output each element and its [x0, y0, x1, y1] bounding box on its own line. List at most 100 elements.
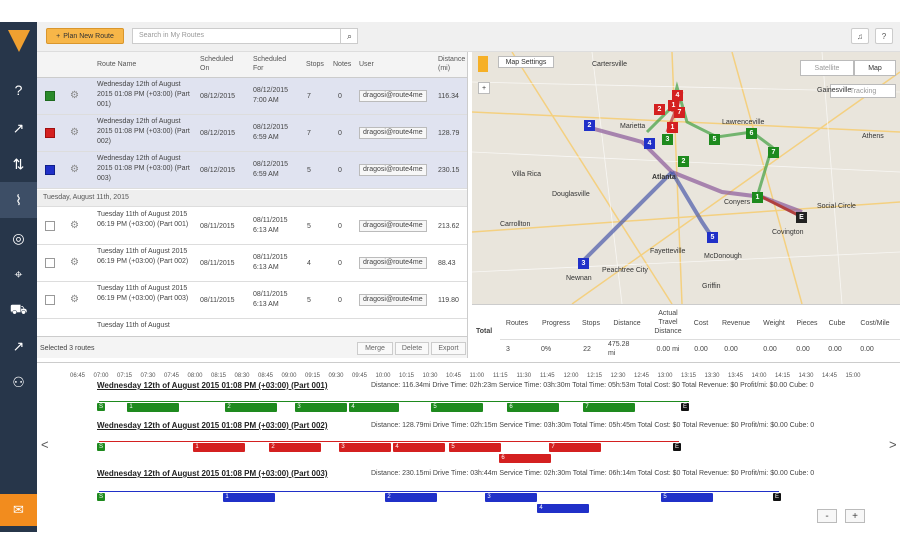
stop-marker[interactable]: 4 — [393, 443, 401, 451]
add-route-icon[interactable]: ↗ — [0, 110, 37, 146]
table-row[interactable]: Tuesday 11th of August — [37, 319, 467, 336]
analytics-icon[interactable]: ↗ — [0, 328, 37, 364]
user-field[interactable]: dragosi@route4me — [359, 257, 427, 269]
map-marker[interactable]: 6 — [746, 128, 757, 139]
chat-icon[interactable]: ✉ — [0, 494, 37, 526]
route-name[interactable]: Tuesday 11th of August 2015 06:19 PM (+0… — [97, 284, 197, 304]
checkbox[interactable] — [45, 295, 55, 305]
scroll-left-icon[interactable]: < — [41, 437, 49, 452]
stop-marker[interactable]: 7 — [549, 443, 557, 451]
plan-new-route-button[interactable]: + Plan New Route — [46, 28, 124, 44]
gear-icon[interactable]: ⚙ — [70, 294, 79, 305]
gear-icon[interactable]: ⚙ — [70, 257, 79, 268]
users-icon[interactable]: ⚇ — [0, 364, 37, 400]
map-marker[interactable]: 5 — [707, 232, 718, 243]
timeline-route-title[interactable]: Wednesday 12th of August 2015 01:08 PM (… — [97, 469, 328, 478]
user-field[interactable]: dragosi@route4me — [359, 164, 427, 176]
end-marker[interactable]: E — [673, 443, 681, 451]
stop-marker[interactable]: 2 — [385, 493, 393, 501]
vehicles-icon[interactable]: ⛟ — [0, 292, 37, 328]
checkbox[interactable] — [45, 221, 55, 231]
route-name[interactable]: Wednesday 12th of August 2015 01:08 PM (… — [97, 117, 197, 147]
zoom-out-button[interactable]: - — [817, 509, 837, 523]
export-button[interactable]: Export — [431, 342, 466, 355]
checkbox-checked[interactable] — [45, 91, 55, 101]
stop-marker[interactable]: S — [97, 493, 105, 501]
map-marker[interactable]: 1 — [752, 192, 763, 203]
stop-marker[interactable]: 6 — [499, 454, 507, 462]
stop-marker[interactable]: 2 — [269, 443, 277, 451]
bell-icon[interactable]: ♫ — [851, 28, 869, 44]
col-stops[interactable]: Stops — [306, 60, 324, 69]
table-row[interactable]: ⚙ Wednesday 12th of August 2015 01:08 PM… — [37, 78, 467, 115]
map-marker[interactable]: 4 — [644, 138, 655, 149]
route-map-icon[interactable]: ⌇ — [0, 182, 37, 218]
table-row[interactable]: ⚙ Tuesday 11th of August 2015 06:19 PM (… — [37, 245, 467, 282]
route-name[interactable]: Wednesday 12th of August 2015 01:08 PM (… — [97, 154, 197, 184]
zoom-in-button[interactable]: + — [478, 82, 490, 94]
col-route-name[interactable]: Route Name — [97, 60, 136, 69]
route-name[interactable]: Tuesday 11th of August 2015 06:19 PM (+0… — [97, 247, 197, 267]
gear-icon[interactable]: ⚙ — [70, 220, 79, 231]
checkbox-checked[interactable] — [45, 165, 55, 175]
map-marker[interactable]: 2 — [584, 120, 595, 131]
stop-marker[interactable]: 5 — [449, 443, 457, 451]
user-field[interactable]: dragosi@route4me — [359, 90, 427, 102]
col-user[interactable]: User — [359, 60, 374, 69]
stop-marker[interactable]: 2 — [225, 403, 233, 411]
stop-marker[interactable]: 4 — [537, 504, 545, 512]
end-marker[interactable]: E — [796, 212, 807, 223]
route-name[interactable]: Tuesday 11th of August — [97, 321, 197, 331]
stop-marker[interactable]: 3 — [485, 493, 493, 501]
table-row[interactable]: ⚙ Wednesday 12th of August 2015 01:08 PM… — [37, 152, 467, 189]
col-scheduled-for[interactable]: Scheduled For — [253, 55, 289, 73]
stop-marker[interactable]: 3 — [295, 403, 303, 411]
stop-marker[interactable]: 4 — [349, 403, 357, 411]
map-view-button[interactable]: Map — [854, 60, 896, 76]
table-row[interactable]: ⚙ Wednesday 12th of August 2015 01:08 PM… — [37, 115, 467, 152]
route-name[interactable]: Wednesday 12th of August 2015 01:08 PM (… — [97, 80, 197, 110]
search-icon[interactable]: ⌕ — [340, 28, 358, 44]
gear-icon[interactable]: ⚙ — [70, 127, 79, 138]
map-marker[interactable]: 7 — [674, 107, 685, 118]
col-notes[interactable]: Notes — [333, 60, 351, 69]
scroll-right-icon[interactable]: > — [889, 437, 897, 452]
table-row[interactable]: ⚙ Tuesday 11th of August 2015 06:19 PM (… — [37, 282, 467, 319]
checkbox-checked[interactable] — [45, 128, 55, 138]
map-marker[interactable]: 3 — [578, 258, 589, 269]
end-marker[interactable]: E — [773, 493, 781, 501]
map-marker[interactable]: 1 — [667, 122, 678, 133]
map-marker[interactable]: 2 — [678, 156, 689, 167]
user-field[interactable]: dragosi@route4me — [359, 294, 427, 306]
checkbox[interactable] — [45, 258, 55, 268]
satellite-button[interactable]: Satellite — [800, 60, 854, 76]
user-field[interactable]: dragosi@route4me — [359, 127, 427, 139]
gear-icon[interactable]: ⚙ — [70, 164, 79, 175]
stop-marker[interactable]: 3 — [339, 443, 347, 451]
timeline-route-title[interactable]: Wednesday 12th of August 2015 01:08 PM (… — [97, 381, 328, 390]
map-marker[interactable]: 7 — [768, 147, 779, 158]
route-name[interactable]: Tuesday 11th of August 2015 06:19 PM (+0… — [97, 210, 197, 230]
stop-marker[interactable]: 1 — [223, 493, 231, 501]
stop-marker[interactable]: 5 — [431, 403, 439, 411]
stop-marker[interactable]: S — [97, 443, 105, 451]
gear-icon[interactable]: ⚙ — [70, 90, 79, 101]
map-marker[interactable]: 5 — [709, 134, 720, 145]
stop-marker[interactable]: 6 — [507, 403, 515, 411]
help-circle-icon[interactable]: ? — [875, 28, 893, 44]
zoom-in-button[interactable]: + — [845, 509, 865, 523]
map-marker[interactable]: 3 — [662, 134, 673, 145]
timeline-route-title[interactable]: Wednesday 12th of August 2015 01:08 PM (… — [97, 421, 328, 430]
col-distance[interactable]: Distance (mi) — [438, 55, 467, 73]
search-input[interactable]: Search in My Routes — [132, 28, 358, 44]
stop-marker[interactable]: S — [97, 403, 105, 411]
stop-marker[interactable]: 5 — [661, 493, 669, 501]
locations-icon[interactable]: ◎ — [0, 220, 37, 256]
user-field[interactable]: dragosi@route4me — [359, 220, 427, 232]
map-settings-button[interactable]: Map Settings — [498, 56, 554, 68]
merge-button[interactable]: Merge — [357, 342, 393, 355]
delete-button[interactable]: Delete — [395, 342, 429, 355]
help-icon[interactable]: ? — [0, 72, 37, 108]
route-map[interactable]: Map Settings + Satellite Map Tracking Ma… — [472, 52, 900, 304]
table-row[interactable]: ⚙ Tuesday 11th of August 2015 06:19 PM (… — [37, 208, 467, 245]
